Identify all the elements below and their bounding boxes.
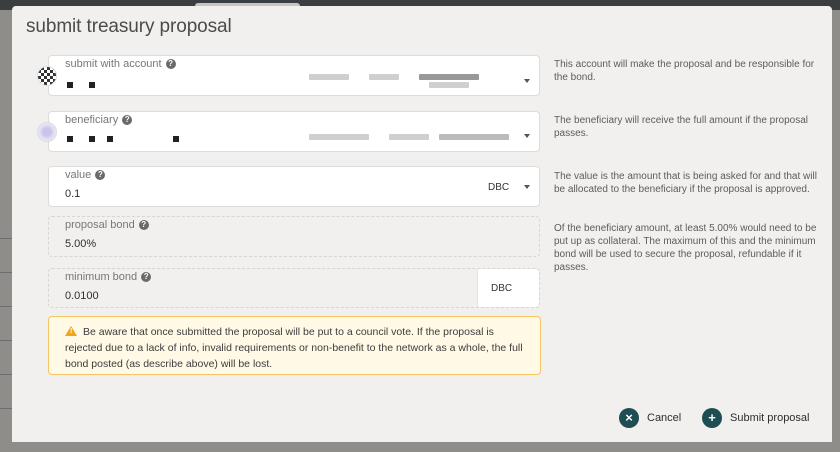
beneficiary-avatar [37, 122, 57, 142]
question-circle-icon[interactable]: ? [165, 59, 176, 69]
account-name-redacted [369, 74, 399, 80]
warning-text: Be aware that once submitted the proposa… [65, 326, 523, 370]
beneficiary-select[interactable]: beneficiary ? [37, 111, 540, 152]
submit-proposal-button[interactable]: + Submit proposal [702, 408, 810, 428]
account-name-redacted [419, 74, 479, 80]
cancel-label: Cancel [647, 412, 682, 424]
submit-label: Submit proposal [730, 412, 810, 424]
account-address-redacted [67, 82, 73, 88]
beneficiary-help-text: The beneficiary will receive the full am… [554, 115, 809, 139]
beneficiary-address-redacted [67, 136, 73, 142]
account-select[interactable]: submit with account ? [37, 55, 540, 96]
question-circle-icon[interactable]: ? [95, 170, 106, 180]
proposal-bond-label: proposal bond ? [65, 219, 149, 231]
account-label: submit with account ? [65, 58, 176, 70]
value-amount[interactable]: 0.1 [65, 188, 80, 200]
proposal-bond-field: proposal bond ? 5.00% [48, 216, 540, 257]
modal-title: submit treasury proposal [26, 16, 232, 37]
chevron-down-icon [524, 79, 530, 83]
warning-triangle-icon: ! [65, 326, 77, 336]
council-vote-warning: ! Be aware that once submitted the propos… [48, 316, 541, 375]
value-label: value ? [65, 169, 106, 181]
beneficiary-name-redacted [389, 134, 429, 140]
beneficiary-label: beneficiary ? [65, 114, 133, 126]
beneficiary-address-redacted [173, 136, 179, 142]
minimum-bond-field: minimum bond ? 0.0100 DBC [48, 268, 540, 308]
chevron-down-icon [524, 134, 530, 138]
account-name-redacted [309, 74, 349, 80]
value-help-text: The value is the amount that is being as… [554, 171, 817, 195]
bond-help-text: Of the beneficiary amount, at least 5.00… [554, 223, 817, 273]
question-circle-icon[interactable]: ? [122, 115, 133, 125]
beneficiary-address-redacted [89, 136, 95, 142]
beneficiary-name-redacted [439, 134, 509, 140]
chevron-down-icon[interactable] [524, 185, 530, 189]
minimum-bond-label: minimum bond ? [65, 271, 152, 283]
question-circle-icon[interactable]: ? [138, 220, 149, 230]
modal-body: submit with account ? beneficiary ? valu… [12, 50, 832, 442]
value-input[interactable]: value ? 0.1 DBC [48, 166, 540, 207]
account-avatar [37, 66, 57, 86]
account-name-redacted [429, 82, 469, 88]
beneficiary-name-redacted [309, 134, 369, 140]
treasury-proposal-modal: submit treasury proposal submit with acc… [12, 6, 832, 442]
beneficiary-address-redacted [107, 136, 113, 142]
account-address-redacted [89, 82, 95, 88]
plus-icon: + [702, 408, 722, 428]
minimum-bond-value: 0.0100 [65, 290, 99, 302]
proposal-bond-value: 5.00% [65, 238, 97, 250]
cancel-button[interactable]: × Cancel [619, 408, 681, 428]
question-circle-icon[interactable]: ? [141, 272, 152, 282]
value-unit-select[interactable]: DBC [488, 182, 509, 193]
minimum-bond-unit: DBC [491, 283, 513, 294]
close-icon: × [619, 408, 639, 428]
account-help-text: This account will make the proposal and … [554, 59, 815, 83]
minimum-bond-unit-box: DBC [477, 269, 539, 307]
